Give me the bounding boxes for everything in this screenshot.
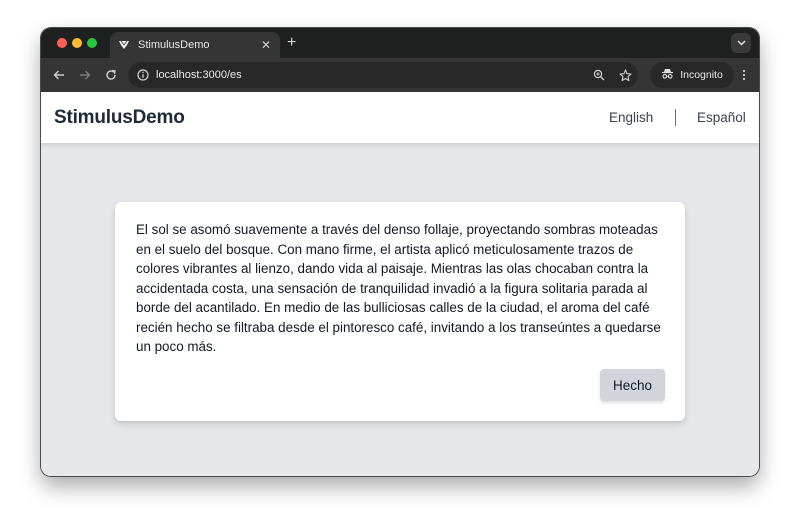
info-icon[interactable]	[130, 69, 156, 81]
minimize-window-button[interactable]	[72, 38, 82, 48]
page-viewport: StimulusDemo English Español El sol se a…	[41, 92, 759, 476]
reload-icon[interactable]	[101, 65, 121, 85]
language-link-spanish[interactable]: Español	[697, 110, 746, 125]
tab-title: StimulusDemo	[138, 39, 210, 51]
arrow-left-icon[interactable]	[49, 65, 69, 85]
brand-logo[interactable]: StimulusDemo	[54, 107, 185, 129]
done-button[interactable]: Hecho	[600, 369, 665, 401]
stimulus-icon	[118, 40, 130, 50]
arrow-right-icon[interactable]	[75, 65, 95, 85]
url-text[interactable]: localhost:3000/es	[156, 69, 586, 81]
zoom-in-icon[interactable]	[586, 69, 612, 81]
language-link-english[interactable]: English	[609, 110, 653, 125]
incognito-indicator[interactable]: Incognito	[650, 62, 734, 88]
incognito-icon	[661, 68, 674, 82]
star-icon[interactable]	[612, 68, 638, 82]
kebab-menu-icon[interactable]	[738, 65, 750, 85]
browser-toolbar: localhost:3000/es Incognito	[41, 58, 759, 92]
address-bar[interactable]: localhost:3000/es	[128, 62, 638, 88]
language-divider	[675, 109, 676, 126]
tab-strip: StimulusDemo ✕ +	[41, 28, 759, 58]
close-icon[interactable]: ✕	[256, 38, 276, 52]
card-paragraph: El sol se asomó suavemente a través del …	[136, 222, 661, 354]
content-card: El sol se asomó suavemente a través del …	[115, 202, 685, 421]
plus-icon[interactable]: +	[287, 34, 296, 52]
chevron-down-icon[interactable]	[731, 33, 751, 53]
browser-window: StimulusDemo ✕ + localhost:3000/es Incog…	[41, 28, 759, 476]
maximize-window-button[interactable]	[87, 38, 97, 48]
browser-tab[interactable]: StimulusDemo ✕	[110, 32, 280, 58]
site-navbar: StimulusDemo English Español	[41, 92, 759, 143]
close-window-button[interactable]	[57, 38, 67, 48]
incognito-label: Incognito	[680, 69, 723, 81]
